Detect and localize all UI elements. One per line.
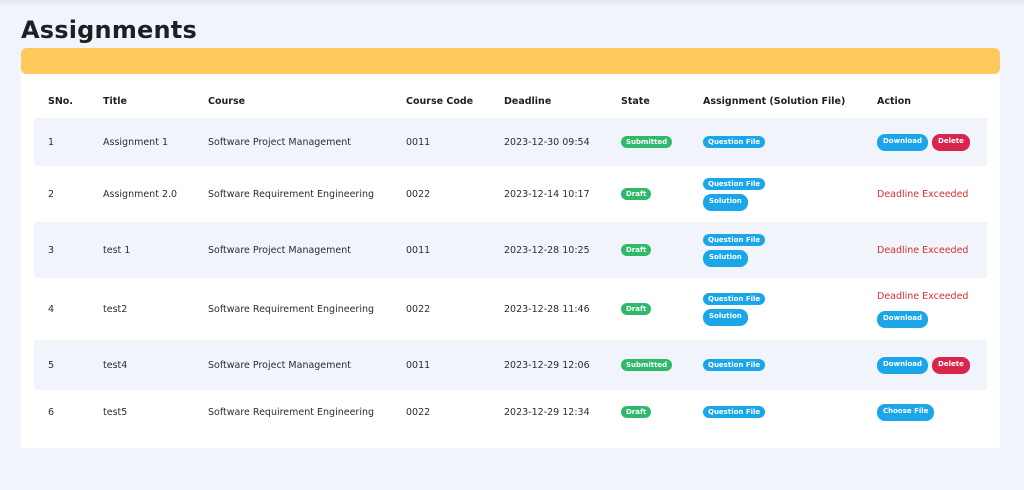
- cell-deadline: 2023-12-29 12:06: [490, 340, 607, 390]
- deadline-exceeded-text: Deadline Exceeded: [877, 244, 969, 256]
- header-course: Course: [208, 95, 246, 107]
- cell-action: Deadline Exceeded: [863, 222, 987, 278]
- table-row: 2 Assignment 2.0 Software Requirement En…: [34, 166, 987, 222]
- header-deadline: Deadline: [504, 95, 552, 107]
- cell-state: Draft: [607, 166, 689, 222]
- deadline-exceeded-text: Deadline Exceeded: [877, 290, 969, 302]
- assignments-table: SNo. Title Course Course Code Deadline S…: [34, 84, 987, 434]
- solution-button[interactable]: Solution: [703, 308, 748, 326]
- table-row: 5 test4 Software Project Management 0011…: [34, 340, 987, 390]
- cell-course: Software Requirement Engineering: [208, 406, 375, 418]
- cell-deadline: 2023-12-28 10:25: [490, 222, 607, 278]
- header-state: State: [621, 95, 650, 107]
- table-row: 3 test 1 Software Project Management 001…: [34, 222, 987, 278]
- cell-course: Software Project Management: [194, 340, 392, 390]
- cell-course: Software Project Management: [194, 118, 392, 166]
- cell-title: Assignment 1: [89, 118, 194, 166]
- cell-state: Submitted: [607, 118, 689, 166]
- cell-files: Question File Solution: [689, 166, 863, 222]
- cell-action: Download Delete: [863, 118, 987, 166]
- cell-course: Software Requirement Engineering: [208, 303, 375, 315]
- cell-sno: 1: [34, 118, 89, 166]
- solution-button[interactable]: Solution: [703, 193, 748, 211]
- table-row: 6 test5 Software Requirement Engineering…: [34, 390, 987, 434]
- question-file-button[interactable]: Question File: [703, 359, 766, 371]
- cell-deadline: 2023-12-14 10:17: [504, 188, 590, 200]
- download-button[interactable]: Download: [877, 133, 929, 151]
- table-row: 1 Assignment 1 Software Project Manageme…: [34, 118, 987, 166]
- state-badge: Draft: [621, 244, 652, 256]
- question-file-button[interactable]: Question File: [703, 233, 766, 246]
- cell-deadline: 2023-12-29 12:34: [504, 406, 590, 418]
- question-file-button[interactable]: Question File: [703, 292, 766, 305]
- cell-files: Question File: [689, 340, 863, 390]
- cell-course: Software Project Management: [194, 222, 392, 278]
- cell-title: test4: [89, 340, 194, 390]
- delete-button[interactable]: Delete: [932, 133, 970, 151]
- cell-action: Deadline Exceeded: [863, 166, 987, 222]
- header-sno: SNo.: [48, 95, 73, 107]
- cell-files: Question File: [689, 390, 863, 434]
- state-badge: Submitted: [621, 359, 673, 371]
- header-course-code: Course Code: [406, 95, 474, 107]
- header-banner: [21, 48, 1000, 74]
- header-title: Title: [103, 95, 127, 107]
- cell-files: Question File: [689, 118, 863, 166]
- cell-action: Download Delete: [863, 340, 987, 390]
- cell-files: Question File Solution: [689, 278, 863, 340]
- table-header-row: SNo. Title Course Course Code Deadline S…: [34, 84, 987, 118]
- download-button[interactable]: Download: [877, 310, 929, 328]
- cell-title: test5: [103, 406, 128, 418]
- assignments-card: SNo. Title Course Course Code Deadline S…: [21, 74, 1000, 448]
- cell-title: test 1: [89, 222, 194, 278]
- choose-file-button[interactable]: Choose File: [877, 403, 935, 421]
- cell-state: Draft: [607, 278, 689, 340]
- cell-deadline: 2023-12-28 11:46: [504, 303, 590, 315]
- cell-state: Draft: [607, 222, 689, 278]
- question-file-button[interactable]: Question File: [703, 136, 766, 148]
- download-button[interactable]: Download: [877, 356, 929, 374]
- state-badge: Draft: [621, 303, 652, 315]
- cell-sno: 2: [48, 188, 55, 200]
- cell-action: Deadline Exceeded Download: [863, 278, 987, 340]
- cell-course-code: 0022: [406, 188, 431, 200]
- cell-title: test2: [103, 303, 128, 315]
- cell-state: Draft: [607, 390, 689, 434]
- table-row: 4 test2 Software Requirement Engineering…: [34, 278, 987, 340]
- cell-course-code: 0011: [392, 118, 490, 166]
- cell-deadline: 2023-12-30 09:54: [490, 118, 607, 166]
- cell-course-code: 0011: [392, 222, 490, 278]
- state-badge: Draft: [621, 188, 652, 200]
- cell-sno: 3: [34, 222, 89, 278]
- cell-sno: 4: [48, 303, 55, 315]
- page-title: Assignments: [21, 16, 197, 44]
- state-badge: Draft: [621, 406, 652, 418]
- header-assignment-file: Assignment (Solution File): [703, 95, 846, 107]
- cell-course-code: 0022: [406, 303, 431, 315]
- question-file-button[interactable]: Question File: [703, 406, 766, 418]
- cell-title: Assignment 2.0: [103, 188, 178, 200]
- cell-action: Choose File: [863, 390, 987, 434]
- cell-sno: 6: [48, 406, 55, 418]
- deadline-exceeded-text: Deadline Exceeded: [877, 188, 969, 200]
- question-file-button[interactable]: Question File: [703, 177, 766, 190]
- cell-files: Question File Solution: [689, 222, 863, 278]
- cell-course-code: 0011: [392, 340, 490, 390]
- cell-state: Submitted: [607, 340, 689, 390]
- header-action: Action: [877, 95, 912, 107]
- delete-button[interactable]: Delete: [932, 356, 970, 374]
- cell-course-code: 0022: [406, 406, 431, 418]
- cell-sno: 5: [34, 340, 89, 390]
- cell-course: Software Requirement Engineering: [208, 188, 375, 200]
- solution-button[interactable]: Solution: [703, 249, 748, 267]
- state-badge: Submitted: [621, 136, 673, 148]
- top-shadow: [0, 0, 1024, 6]
